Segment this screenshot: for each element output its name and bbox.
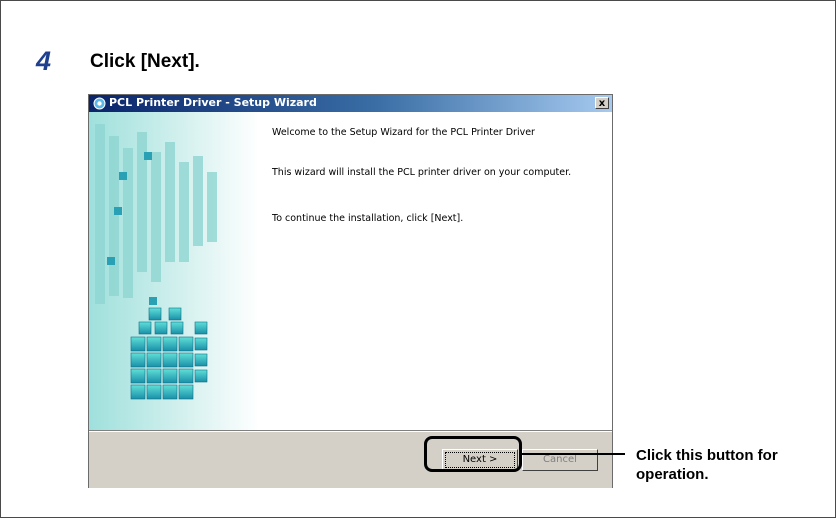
setup-wizard-dialog: PCL Printer Driver - Setup Wizard x Welc…: [88, 94, 613, 488]
installer-icon: [93, 97, 106, 110]
callout-text: Click this button for operation.: [636, 447, 778, 483]
description-text: This wizard will install the PCL printer…: [272, 167, 572, 178]
dialog-title: PCL Printer Driver - Setup Wizard: [109, 96, 317, 109]
callout-line: [521, 453, 625, 455]
wizard-cube-artwork: [89, 112, 259, 430]
step-number: 4: [36, 46, 52, 76]
button-bar: Next > Cancel: [89, 430, 612, 488]
close-button[interactable]: x: [595, 97, 609, 109]
close-icon: x: [598, 98, 606, 109]
welcome-text: Welcome to the Setup Wizard for the PCL …: [272, 127, 535, 138]
instruction-text: To continue the installation, click [Nex…: [272, 213, 464, 224]
next-button-highlight: [424, 436, 522, 472]
step-title: Click [Next].: [90, 51, 200, 72]
dialog-titlebar[interactable]: PCL Printer Driver - Setup Wizard x: [89, 95, 612, 112]
